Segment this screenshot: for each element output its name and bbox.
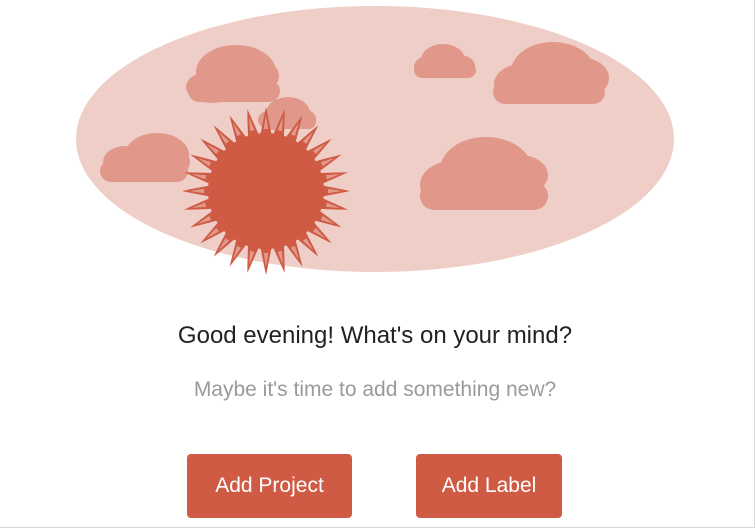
add-project-button[interactable]: Add Project	[187, 454, 352, 518]
sun-core	[208, 133, 324, 249]
evening-sun-clouds-illustration	[76, 6, 674, 275]
empty-state-title: Good evening! What's on your mind?	[177, 322, 573, 349]
empty-state-panel: Good evening! What's on your mind? Maybe…	[0, 0, 755, 528]
add-label-button[interactable]: Add Label	[416, 454, 562, 518]
empty-state-subtitle: Maybe it's time to add something new?	[193, 378, 557, 401]
